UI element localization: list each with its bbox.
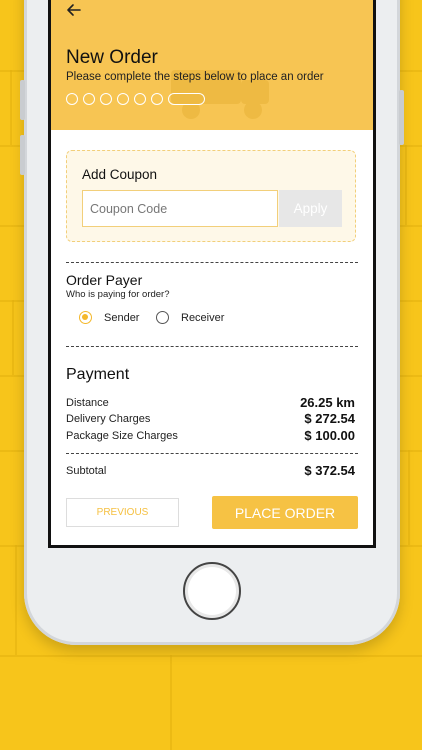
radio-selected-icon[interactable] bbox=[79, 311, 92, 324]
apply-coupon-button[interactable]: Apply bbox=[279, 190, 342, 227]
step-dot bbox=[83, 93, 95, 105]
step-dot bbox=[151, 93, 163, 105]
payment-title: Payment bbox=[66, 366, 130, 383]
payer-option-label: Sender bbox=[104, 311, 140, 324]
payer-option-label: Receiver bbox=[181, 311, 225, 324]
divider bbox=[66, 453, 358, 454]
distance-value: 26.25 km bbox=[300, 395, 355, 410]
order-payer-subtitle: Who is paying for order? bbox=[66, 289, 170, 300]
page-title: New Order bbox=[66, 47, 158, 68]
divider bbox=[66, 262, 358, 263]
coupon-box: Add Coupon Apply bbox=[66, 150, 356, 242]
package-size-value: $ 100.00 bbox=[304, 428, 355, 443]
distance-label: Distance bbox=[66, 397, 109, 409]
previous-button[interactable]: PREVIOUS bbox=[66, 498, 179, 527]
step-dot bbox=[117, 93, 129, 105]
header: New Order Please complete the steps belo… bbox=[51, 0, 373, 130]
app-screen: New Order Please complete the steps belo… bbox=[48, 0, 376, 548]
delivery-charges-value: $ 272.54 bbox=[304, 411, 355, 426]
page-subtitle: Please complete the steps below to place… bbox=[66, 71, 324, 83]
delivery-truck-icon bbox=[171, 70, 269, 119]
coupon-code-input[interactable] bbox=[82, 190, 278, 227]
radio-unselected-icon[interactable] bbox=[156, 311, 169, 324]
coupon-title: Add Coupon bbox=[82, 167, 158, 182]
home-button[interactable] bbox=[183, 562, 241, 620]
back-arrow-icon[interactable] bbox=[66, 2, 82, 23]
step-dot-current bbox=[168, 93, 205, 105]
order-payer-title: Order Payer bbox=[66, 272, 143, 288]
payer-option-sender[interactable]: Sender bbox=[79, 311, 139, 324]
subtotal-value: $ 372.54 bbox=[304, 463, 355, 478]
step-dot bbox=[66, 93, 78, 105]
divider bbox=[66, 346, 358, 347]
payer-option-receiver[interactable]: Receiver bbox=[156, 311, 224, 324]
subtotal-label: Subtotal bbox=[66, 465, 107, 477]
step-dot bbox=[134, 93, 146, 105]
step-indicator bbox=[66, 93, 205, 105]
package-size-label: Package Size Charges bbox=[66, 430, 178, 442]
step-dot bbox=[100, 93, 112, 105]
place-order-button[interactable]: PLACE ORDER bbox=[212, 496, 358, 529]
delivery-charges-label: Delivery Charges bbox=[66, 413, 151, 425]
